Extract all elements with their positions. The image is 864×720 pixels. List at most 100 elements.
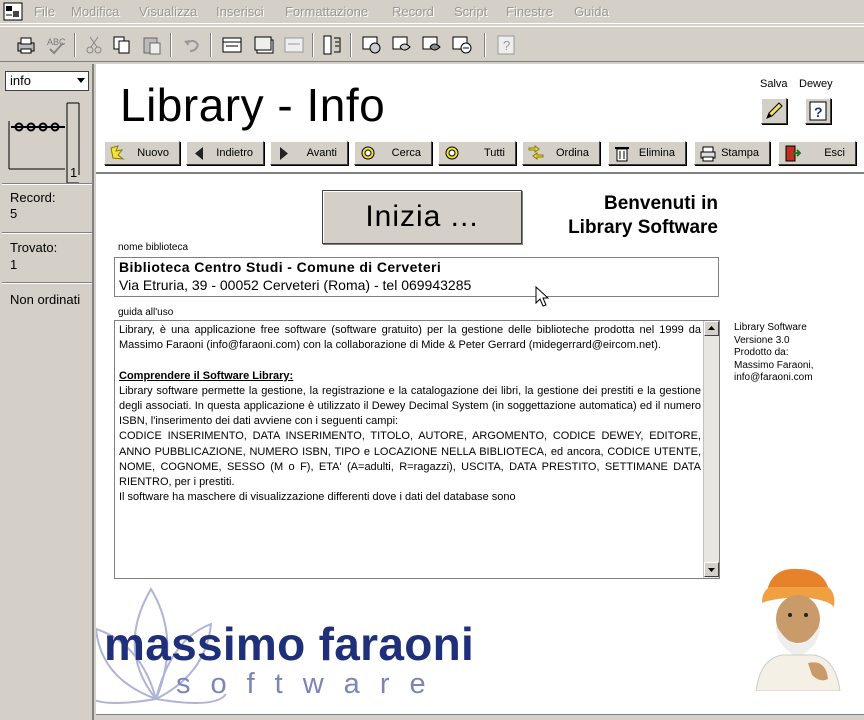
print-button-label: Stampa	[721, 147, 759, 159]
forward-button[interactable]: Avanti	[270, 141, 348, 165]
software-info: Library Software Versione 3.0 Prodotto d…	[734, 322, 854, 385]
menu-script[interactable]: Script	[454, 4, 487, 19]
toolbar-separator	[312, 33, 314, 57]
menu-inserisci[interactable]: Inserisci	[216, 4, 264, 19]
new-button[interactable]: Nuovo	[104, 141, 180, 165]
find-all-icon[interactable]	[390, 33, 414, 57]
back-button-label: Indietro	[216, 147, 253, 159]
menu-file[interactable]: File	[34, 4, 55, 19]
magnifier-icon	[361, 146, 375, 160]
vertical-scrollbar[interactable]	[703, 321, 719, 578]
menu-formattazione[interactable]: Formattazione	[285, 4, 368, 19]
app-icon[interactable]	[3, 2, 23, 21]
toolbar-separator	[210, 33, 212, 57]
toolbar: ABC ?	[0, 26, 864, 62]
sort-icon	[528, 145, 544, 160]
start-button[interactable]: Inizia ...	[322, 190, 522, 244]
forward-arrow-icon	[280, 147, 288, 160]
exit-door-icon	[785, 145, 801, 162]
scroll-down-button[interactable]	[704, 562, 719, 577]
save-button[interactable]	[761, 98, 787, 124]
sort-status: Non ordinati	[10, 292, 81, 307]
menu-record[interactable]: Record	[392, 4, 434, 19]
library-name: Biblioteca Centro Studi - Comune di Cerv…	[119, 259, 442, 275]
delete-button[interactable]: Elimina	[608, 141, 686, 165]
dewey-label: Dewey	[799, 78, 833, 90]
logo-subtext: software	[176, 668, 446, 700]
print-button[interactable]: Stampa	[694, 141, 770, 165]
guide-heading: Comprendere il Software Library:	[119, 369, 294, 382]
toolbar-separator	[74, 33, 76, 57]
copy-icon[interactable]	[110, 33, 134, 57]
find-request-icon[interactable]	[450, 33, 474, 57]
search-button[interactable]: Cerca	[354, 141, 432, 165]
guide-text: Library, è una applicazione free softwar…	[119, 323, 701, 505]
search-button-label: Cerca	[391, 147, 421, 159]
dewey-button[interactable]: ?	[805, 98, 831, 124]
exit-button[interactable]: Esci	[778, 141, 856, 165]
welcome-line: Benvenuti in	[603, 193, 718, 214]
welcome-text: Benvenuti in Library Software	[528, 192, 718, 240]
page-title: Library - Info	[120, 79, 386, 131]
chevron-down-icon	[77, 78, 85, 83]
back-button[interactable]: Indietro	[186, 141, 264, 165]
info-line: Prodotto da:	[734, 347, 789, 358]
exit-button-label: Esci	[824, 147, 845, 159]
guide-body: Library software permette la gestione, l…	[119, 384, 701, 504]
toolbar-separator	[350, 33, 352, 57]
library-name-label: nome biblioteca	[118, 242, 189, 253]
spellcheck-icon[interactable]: ABC	[44, 33, 68, 57]
duplicate-record-icon[interactable]	[252, 33, 276, 57]
found-label: Trovato:	[10, 240, 58, 255]
svg-text:?: ?	[814, 104, 823, 120]
menu-modifica[interactable]: Modifica	[71, 4, 119, 19]
show-all-button-label: Tutti	[484, 147, 505, 159]
record-label: Record:	[10, 190, 56, 205]
help-icon[interactable]: ?	[494, 33, 518, 57]
scroll-up-button[interactable]	[704, 321, 719, 336]
sort-button[interactable]: Ordina	[522, 141, 600, 165]
magnifier-icon	[445, 146, 459, 160]
toolbar-separator	[170, 33, 172, 57]
guide-label: guida all'uso	[118, 307, 174, 318]
svg-text:?: ?	[503, 38, 510, 53]
menu-visualizza[interactable]: Visualizza	[139, 4, 197, 19]
status-bar	[96, 714, 864, 720]
sort-button-label: Ordina	[555, 147, 589, 159]
cut-icon[interactable]	[82, 33, 106, 57]
menu-finestre[interactable]: Finestre	[506, 4, 553, 19]
trash-icon	[615, 147, 629, 162]
omit-icon[interactable]	[420, 33, 444, 57]
delete-record-icon[interactable]	[282, 33, 306, 57]
layout-dropdown[interactable]: info	[5, 71, 89, 91]
menu-bar: File Modifica Visualizza Inserisci Forma…	[0, 0, 864, 24]
mouse-cursor-icon	[535, 286, 550, 307]
menu-guida[interactable]: Guida	[574, 4, 609, 19]
paste-icon[interactable]	[140, 33, 164, 57]
svg-text:ABC: ABC	[47, 37, 66, 47]
new-record-icon[interactable]	[220, 33, 244, 57]
info-line: Library Software	[734, 322, 807, 333]
save-label: Salva	[760, 78, 788, 90]
new-button-label: Nuovo	[137, 147, 169, 159]
guide-text-field[interactable]: Library, è una applicazione free softwar…	[114, 320, 720, 579]
print-icon[interactable]	[14, 33, 38, 57]
divider	[2, 232, 92, 234]
library-name-field[interactable]: Biblioteca Centro Studi - Comune di Cerv…	[114, 257, 719, 297]
toolbar-separator	[484, 33, 486, 57]
undo-icon[interactable]	[180, 33, 204, 57]
find-icon[interactable]	[360, 33, 384, 57]
sort-records-icon[interactable]	[320, 33, 344, 57]
book-navigation-icon[interactable]	[5, 97, 89, 197]
divider	[2, 282, 92, 284]
info-line: Versione 3.0	[734, 334, 790, 346]
guide-intro: Library, è una applicazione free softwar…	[119, 324, 701, 352]
info-line: Massimo Faraoni,	[734, 359, 814, 371]
new-record-icon	[110, 145, 125, 160]
printer-icon	[700, 146, 716, 162]
page-number: 1	[70, 165, 78, 180]
record-count: 5	[10, 206, 18, 221]
show-all-button[interactable]: Tutti	[438, 141, 516, 165]
chevron-up-icon	[708, 326, 715, 330]
status-area: info 1 Record: 5 Trovato: 1 Non ordinati	[0, 64, 94, 720]
